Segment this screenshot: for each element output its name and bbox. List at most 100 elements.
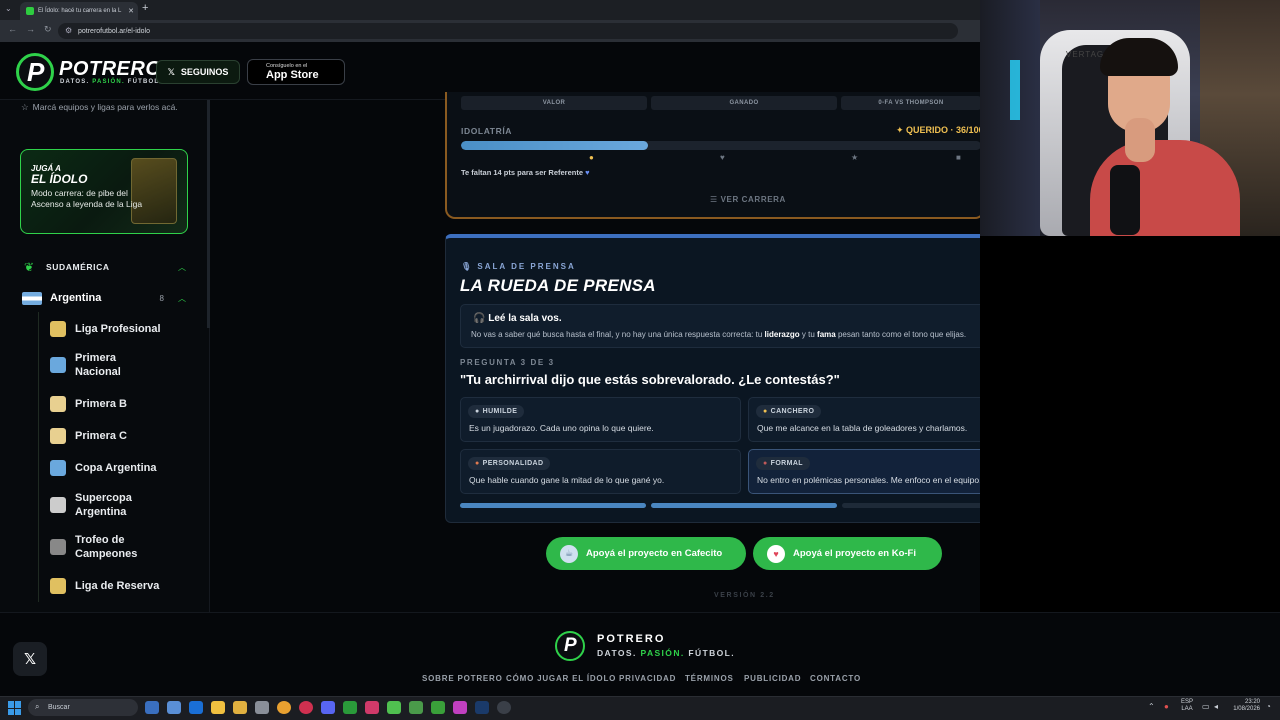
- chevron-up-icon[interactable]: ︿: [178, 262, 186, 273]
- footer-tagline: DATOS. PASIÓN. FÚTBOL.: [597, 648, 735, 658]
- info-text-bold: liderazgo: [764, 330, 800, 339]
- footer-link-publicidad[interactable]: PUBLICIDAD: [744, 674, 801, 683]
- option-tag-text: CANCHERO: [770, 408, 815, 415]
- follow-x-button[interactable]: 𝕏 SEGUINOS: [156, 60, 240, 84]
- region-label: SUDAMÉRICA: [46, 262, 110, 272]
- footer-link-como-jugar[interactable]: CÓMO JUGAR EL ÍDOLO: [506, 674, 616, 683]
- tab-title: El Ídolo: hacé tu carrera en la L: [38, 8, 122, 14]
- xbox-icon[interactable]: [343, 701, 357, 714]
- x-logo-icon: 𝕏: [23, 651, 37, 668]
- taskbar-search-input[interactable]: ⌕ Buscar: [28, 699, 138, 716]
- sidebar-region-sudamerica[interactable]: ❦ SUDAMÉRICA ︿: [24, 258, 186, 276]
- tagline-part: DATOS.: [597, 648, 637, 658]
- notifications-bell-icon[interactable]: ◔: [1266, 702, 1271, 711]
- country-label: Argentina: [50, 292, 102, 304]
- tab-search-icon[interactable]: ⌄: [5, 4, 12, 13]
- follow-label: SEGUINOS: [180, 67, 229, 77]
- tray-chevron-up-icon[interactable]: ⌃: [1148, 702, 1155, 711]
- app-store-button[interactable]: Consíguelo en el App Store: [247, 59, 345, 85]
- editor-app-icon[interactable]: [409, 701, 423, 714]
- league-crest-icon: [50, 497, 66, 513]
- logo-title[interactable]: POTRERO: [59, 58, 161, 81]
- sidebar-item-primera-c[interactable]: Primera C: [50, 428, 190, 444]
- country-count: 8: [159, 293, 164, 303]
- sidebar-item-supercopa-argentina[interactable]: Supercopa Argentina: [50, 491, 190, 519]
- option-tag: ● HUMILDE: [468, 405, 525, 418]
- cafecito-donate-button[interactable]: ☕ Apoyá el proyecto en Cafecito: [546, 537, 746, 570]
- sidebar-item-copa-argentina[interactable]: Copa Argentina: [50, 460, 190, 476]
- webcam-person-hand: [1125, 118, 1155, 162]
- tagline-part: PASIÓN.: [640, 648, 685, 658]
- answer-option-personalidad[interactable]: ● PERSONALIDAD Que hable cuando gane la m…: [460, 449, 741, 494]
- browser-tab[interactable]: El Ídolo: hacé tu carrera en la L ✕: [20, 2, 138, 20]
- site-info-icon[interactable]: ⚙: [65, 26, 72, 35]
- x-share-button[interactable]: 𝕏: [13, 642, 47, 676]
- sidebar-country-argentina[interactable]: Argentina 8 ︿: [22, 289, 186, 307]
- chevron-up-icon[interactable]: ︿: [178, 293, 186, 304]
- webcam-led-light: [1010, 60, 1020, 120]
- tagline-part: PASIÓN.: [92, 79, 125, 85]
- cafecito-label: Apoyá el proyecto en Cafecito: [586, 548, 723, 559]
- file-explorer-icon[interactable]: [233, 701, 247, 714]
- minecraft-icon[interactable]: [431, 701, 445, 714]
- kofi-label: Apoyá el proyecto en Ko-Fi: [793, 548, 916, 559]
- sidebar-item-liga-profesional[interactable]: Liga Profesional: [50, 321, 190, 337]
- snipping-tool-icon[interactable]: [255, 701, 269, 714]
- network-icon[interactable]: ▭: [1202, 702, 1210, 711]
- idolatria-status: ✦ QUERIDO · 36/100: [896, 125, 984, 136]
- steam-icon[interactable]: [475, 701, 489, 714]
- footer-link-privacidad[interactable]: PRIVACIDAD: [619, 674, 676, 683]
- sidebar-item-trofeo-de-campeones[interactable]: Trofeo de Campeones: [50, 533, 190, 561]
- sidebar-item-primera-nacional[interactable]: Primera Nacional: [50, 351, 190, 379]
- league-crest-icon: [50, 539, 66, 555]
- media-player-icon[interactable]: [365, 701, 379, 714]
- play-app-icon[interactable]: [387, 701, 401, 714]
- windows-start-icon[interactable]: [8, 701, 22, 715]
- stream-app-icon[interactable]: [453, 701, 467, 714]
- footer-logo-icon[interactable]: P: [555, 631, 585, 661]
- reload-icon[interactable]: ↻: [44, 24, 52, 35]
- clock-date: 1/08/2026: [1233, 706, 1260, 712]
- tab-close-icon[interactable]: ✕: [128, 7, 134, 15]
- option-tag: ● FORMAL: [756, 457, 810, 470]
- idolatria-label: IDOLATRÍA: [461, 126, 513, 136]
- footer-link-sobre-potrero[interactable]: SOBRE POTRERO: [422, 674, 503, 683]
- footer-link-terminos[interactable]: TÉRMINOS: [685, 674, 734, 683]
- ver-carrera-link[interactable]: ☰ VER CARRERA: [710, 195, 786, 204]
- sidebar-item-liga-de-reserva[interactable]: Liga de Reserva: [50, 578, 190, 594]
- opera-icon[interactable]: [299, 701, 313, 714]
- new-tab-icon[interactable]: +: [142, 2, 148, 14]
- milestone-star-icon: ★: [851, 153, 859, 162]
- star-icon: ☆: [21, 102, 29, 112]
- tab-favicon-icon: [26, 7, 34, 15]
- tagline-part: FÚTBOL.: [688, 648, 736, 658]
- taskview-icon[interactable]: [145, 701, 159, 714]
- milestone-querido-icon: ●: [589, 153, 594, 162]
- url-input[interactable]: ⚙ potrerofutbol.ar/el-idolo: [58, 23, 958, 39]
- outlook-icon[interactable]: [189, 701, 203, 714]
- answer-option-humilde[interactable]: ● HUMILDE Es un jugadorazo. Cada uno opin…: [460, 397, 741, 442]
- ver-carrera-label: VER CARRERA: [720, 195, 786, 204]
- widgets-icon[interactable]: [167, 701, 181, 714]
- sidebar-item-primera-b[interactable]: Primera B: [50, 396, 190, 412]
- footer-link-contacto[interactable]: CONTACTO: [810, 674, 861, 683]
- discord-icon[interactable]: [321, 701, 335, 714]
- league-crest-icon: [50, 396, 66, 412]
- microphone-muted-icon[interactable]: ●: [1164, 702, 1169, 711]
- keyboard-language[interactable]: ESP LAA: [1181, 699, 1193, 713]
- question-text: "Tu archirrival dijo que estás sobrevalo…: [460, 372, 840, 387]
- url-text: potrerofutbol.ar/el-idolo: [78, 27, 150, 35]
- kofi-donate-button[interactable]: ♥ Apoyá el proyecto en Ko-Fi: [753, 537, 942, 570]
- taskbar-search-placeholder: Buscar: [48, 704, 70, 711]
- volume-icon[interactable]: ◂: [1214, 702, 1218, 711]
- back-icon[interactable]: ←: [8, 24, 17, 34]
- league-crest-icon: [50, 357, 66, 373]
- chrome-icon[interactable]: [277, 701, 291, 714]
- person-icon: ●: [475, 408, 480, 415]
- potrero-logo-icon[interactable]: P: [16, 53, 54, 91]
- sticky-notes-icon[interactable]: [211, 701, 225, 714]
- taskbar-clock[interactable]: 23:20 1/08/2026: [1230, 699, 1260, 713]
- obs-icon[interactable]: [497, 701, 511, 714]
- appstore-big-label: App Store: [266, 69, 319, 81]
- forward-icon[interactable]: →: [26, 24, 35, 34]
